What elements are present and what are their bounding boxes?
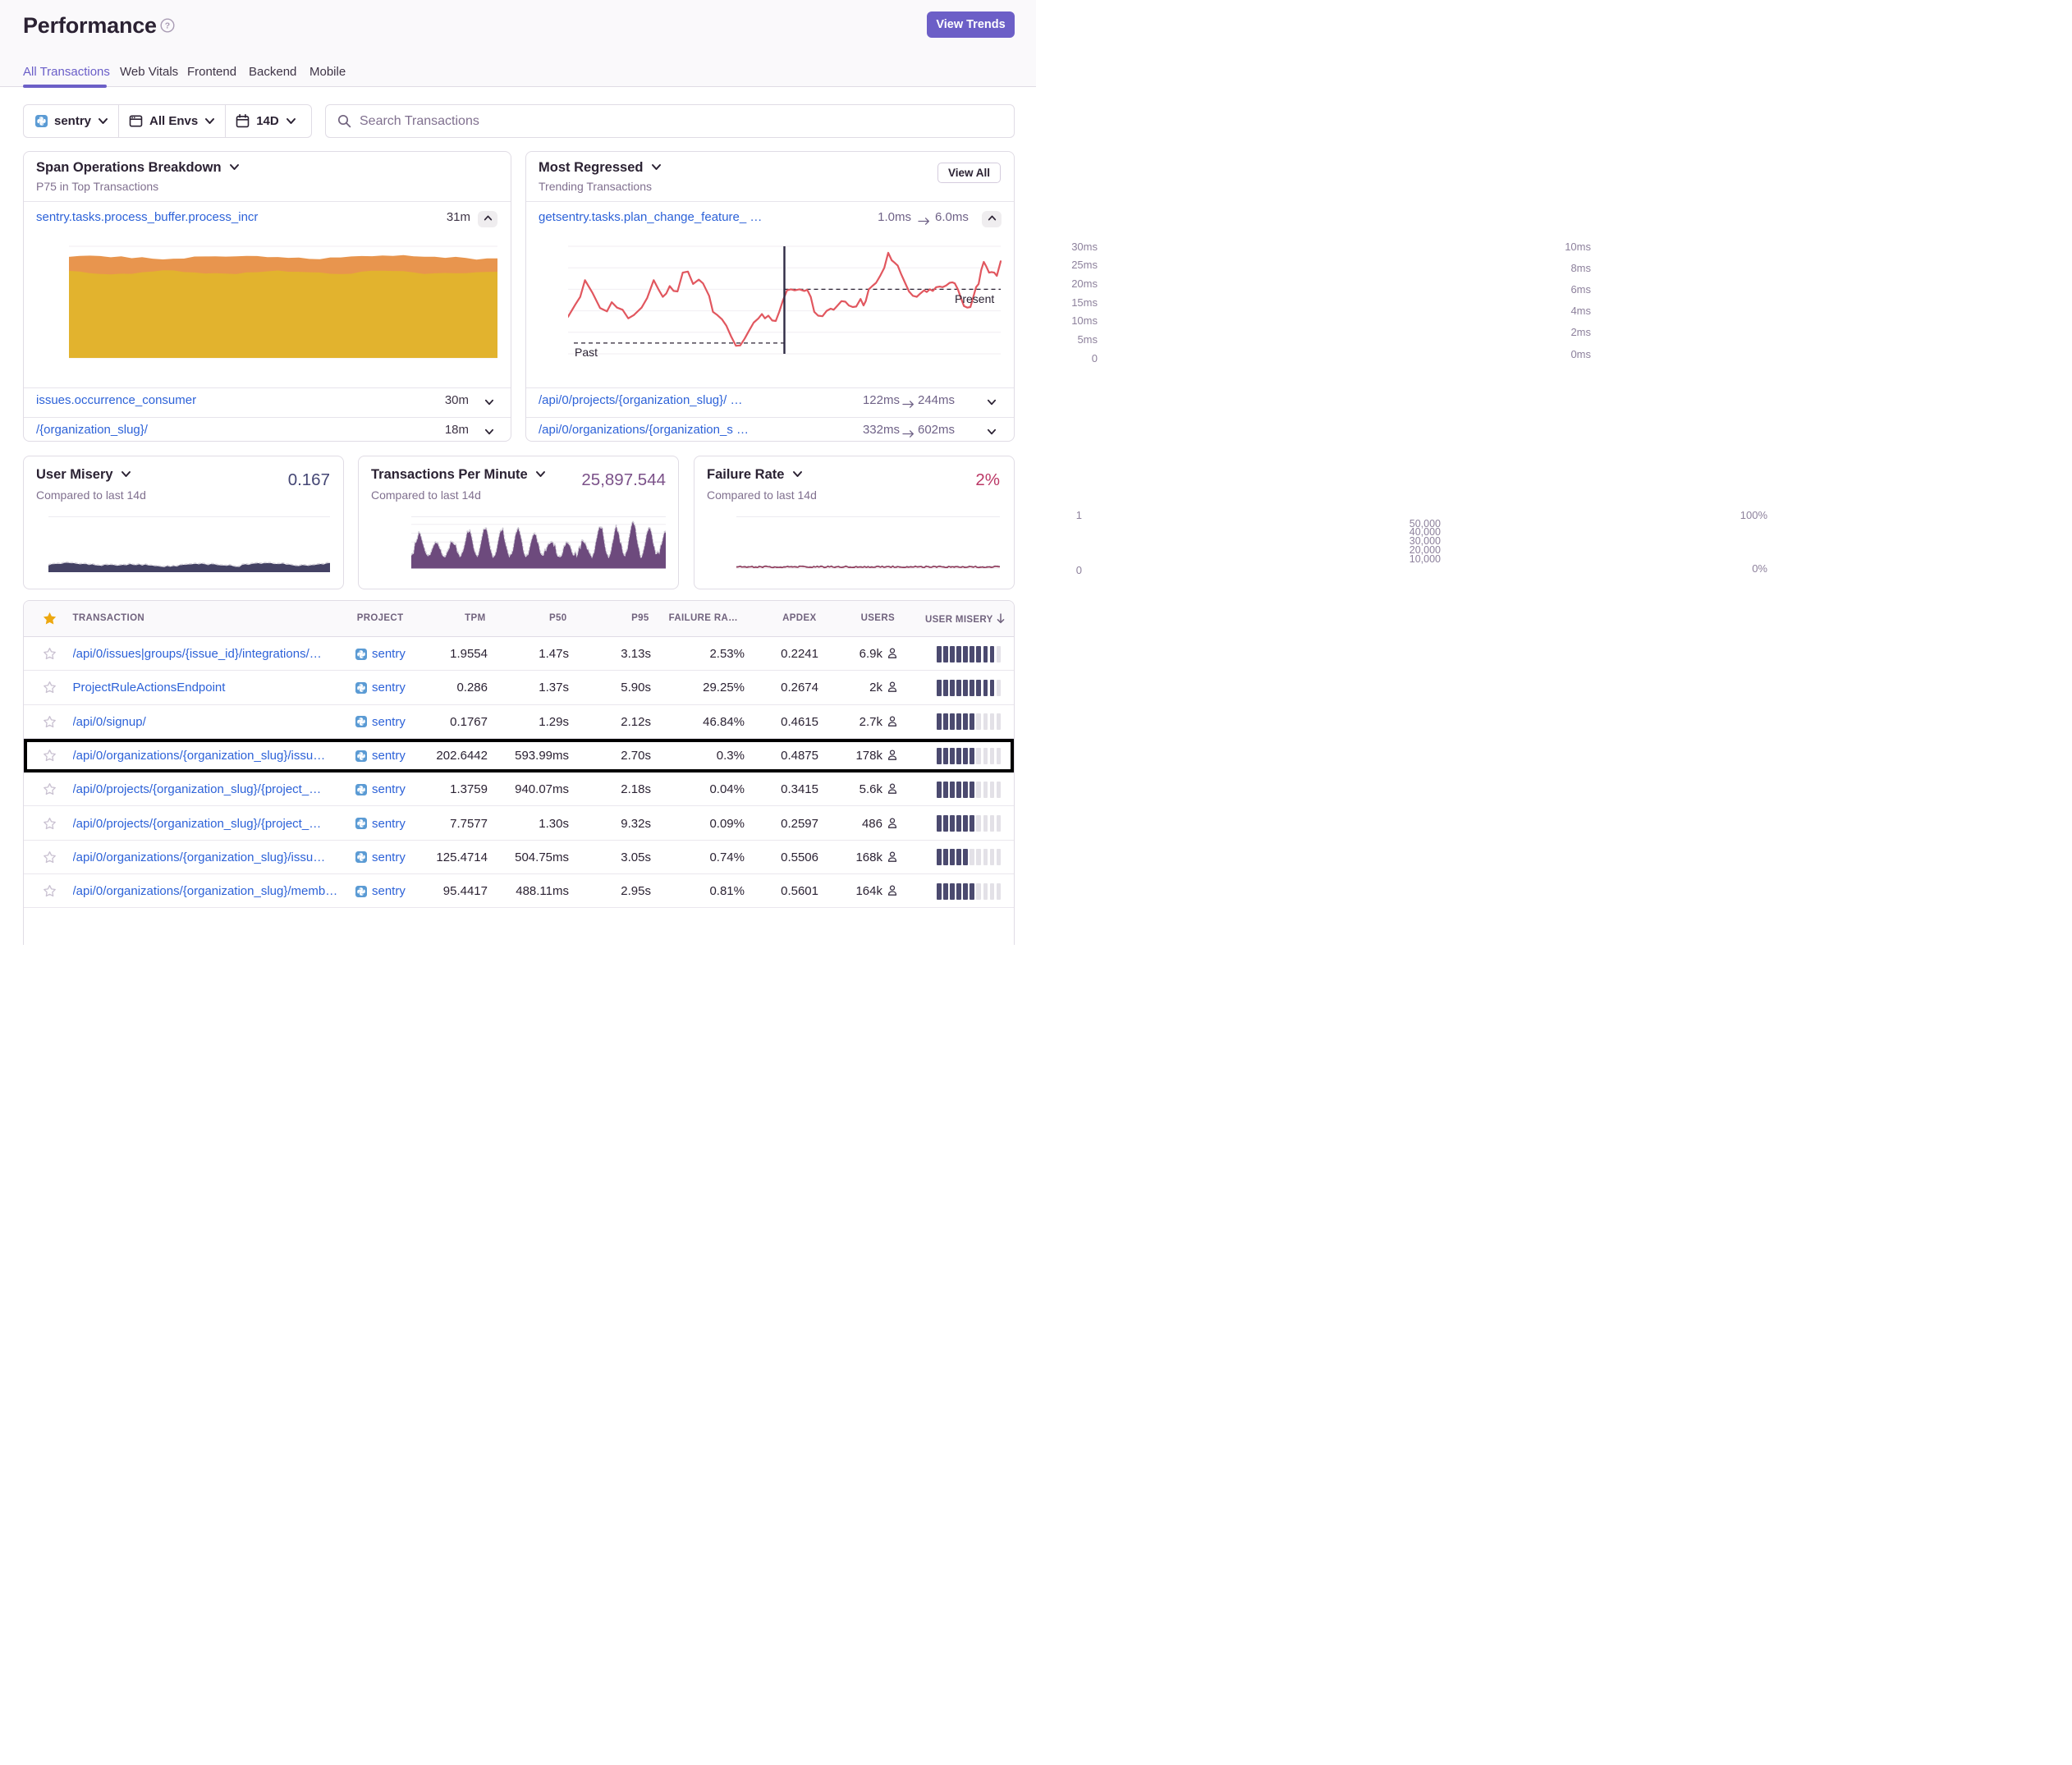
svg-text:?: ? <box>165 21 170 31</box>
